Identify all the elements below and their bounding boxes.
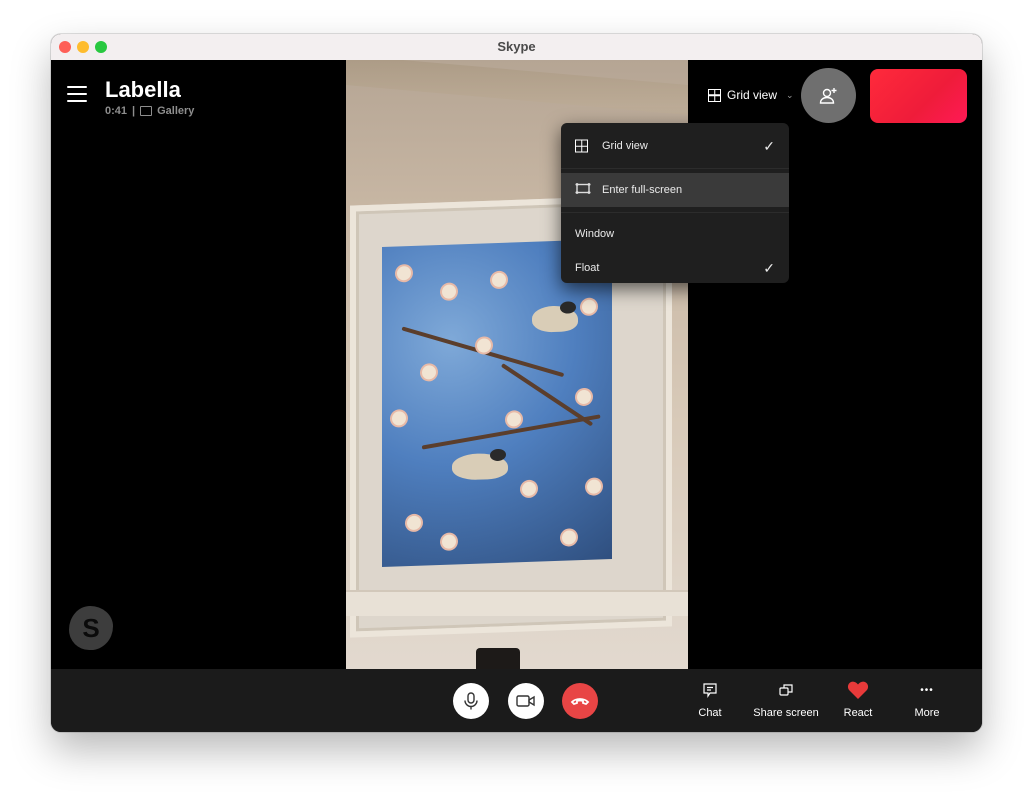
menu-item-label: Float bbox=[575, 262, 600, 274]
share-screen-button[interactable]: Share screen bbox=[751, 679, 821, 719]
chevron-down-icon: ⌄ bbox=[786, 89, 794, 100]
menu-item-grid-view[interactable]: Grid view ✓ bbox=[561, 129, 789, 163]
painting-blossom bbox=[442, 534, 456, 549]
grid-icon bbox=[708, 88, 721, 102]
camera-button[interactable] bbox=[508, 683, 544, 719]
grid-view-label: Grid view bbox=[727, 88, 778, 102]
painting-blossom bbox=[522, 481, 536, 497]
painting-blossom bbox=[562, 530, 576, 545]
video-wall-plug bbox=[476, 648, 520, 669]
view-options-menu: Grid view ✓ Enter full-screen Window Flo… bbox=[561, 123, 789, 283]
meta-separator: | bbox=[132, 105, 136, 117]
checkmark-icon: ✓ bbox=[763, 137, 775, 154]
react-button[interactable]: React bbox=[823, 679, 893, 719]
menu-item-label: Enter full-screen bbox=[602, 184, 683, 196]
call-duration: 0:41 bbox=[105, 105, 128, 117]
video-frame-ledge bbox=[346, 590, 688, 616]
more-label: More bbox=[914, 707, 940, 719]
add-person-icon bbox=[819, 87, 836, 104]
call-controls-bar: Chat Share screen React ••• More bbox=[51, 669, 982, 732]
menu-item-window[interactable]: Window bbox=[561, 217, 789, 251]
painting-blossom bbox=[577, 389, 591, 405]
chat-icon bbox=[702, 679, 718, 701]
end-call-icon bbox=[570, 698, 590, 706]
painting-blossom bbox=[507, 412, 521, 427]
self-video-preview[interactable] bbox=[870, 69, 967, 123]
grid-icon bbox=[575, 139, 588, 153]
title-bar: Skype bbox=[51, 34, 982, 61]
painting-blossom bbox=[587, 479, 601, 494]
painting-blossom bbox=[422, 365, 436, 380]
skype-window: Skype Labella 0:41 | Gallery Grid view ⌄… bbox=[51, 34, 982, 732]
microphone-button[interactable] bbox=[453, 683, 489, 719]
window-title: Skype bbox=[497, 39, 536, 54]
painting-blossom bbox=[397, 266, 411, 281]
checkmark-icon: ✓ bbox=[763, 259, 775, 276]
menu-divider bbox=[561, 168, 789, 169]
menu-item-label: Grid view bbox=[602, 140, 648, 152]
chat-button[interactable]: Chat bbox=[675, 679, 745, 719]
share-screen-icon bbox=[778, 679, 794, 701]
microphone-icon bbox=[464, 692, 478, 710]
video-painting bbox=[382, 238, 612, 568]
painting-blossom bbox=[407, 515, 421, 531]
chat-label: Chat bbox=[698, 707, 722, 719]
grid-view-toggle[interactable]: Grid view ⌄ bbox=[708, 88, 794, 102]
end-call-button[interactable] bbox=[562, 683, 598, 719]
react-label: React bbox=[843, 707, 873, 719]
call-meta: 0:41 | Gallery bbox=[105, 105, 194, 117]
more-icon: ••• bbox=[920, 684, 934, 696]
gallery-icon bbox=[140, 106, 153, 116]
menu-item-float[interactable]: Float ✓ bbox=[561, 251, 789, 283]
painting-blossom bbox=[442, 284, 456, 299]
painting-bird bbox=[452, 448, 508, 481]
menu-item-label: Window bbox=[575, 228, 615, 240]
hamburger-menu-button[interactable] bbox=[67, 86, 87, 103]
menu-divider bbox=[561, 212, 789, 213]
add-participant-button[interactable] bbox=[801, 68, 856, 123]
video-camera-icon bbox=[516, 695, 535, 707]
painting-blossom bbox=[492, 272, 506, 288]
view-mode-label: Gallery bbox=[157, 105, 195, 117]
painting-blossom bbox=[392, 411, 406, 426]
painting-bird bbox=[532, 301, 578, 333]
share-screen-label: Share screen bbox=[753, 707, 819, 719]
fullscreen-icon bbox=[575, 183, 591, 198]
skype-logo-icon: S bbox=[69, 606, 113, 650]
contact-name: Labella bbox=[105, 77, 181, 102]
call-stage: Labella 0:41 | Gallery Grid view ⌄ Grid … bbox=[51, 60, 982, 669]
more-button[interactable]: ••• More bbox=[892, 679, 962, 720]
menu-item-enter-full-screen[interactable]: Enter full-screen bbox=[561, 173, 789, 207]
heart-icon bbox=[847, 679, 869, 701]
painting-blossom bbox=[582, 299, 596, 315]
